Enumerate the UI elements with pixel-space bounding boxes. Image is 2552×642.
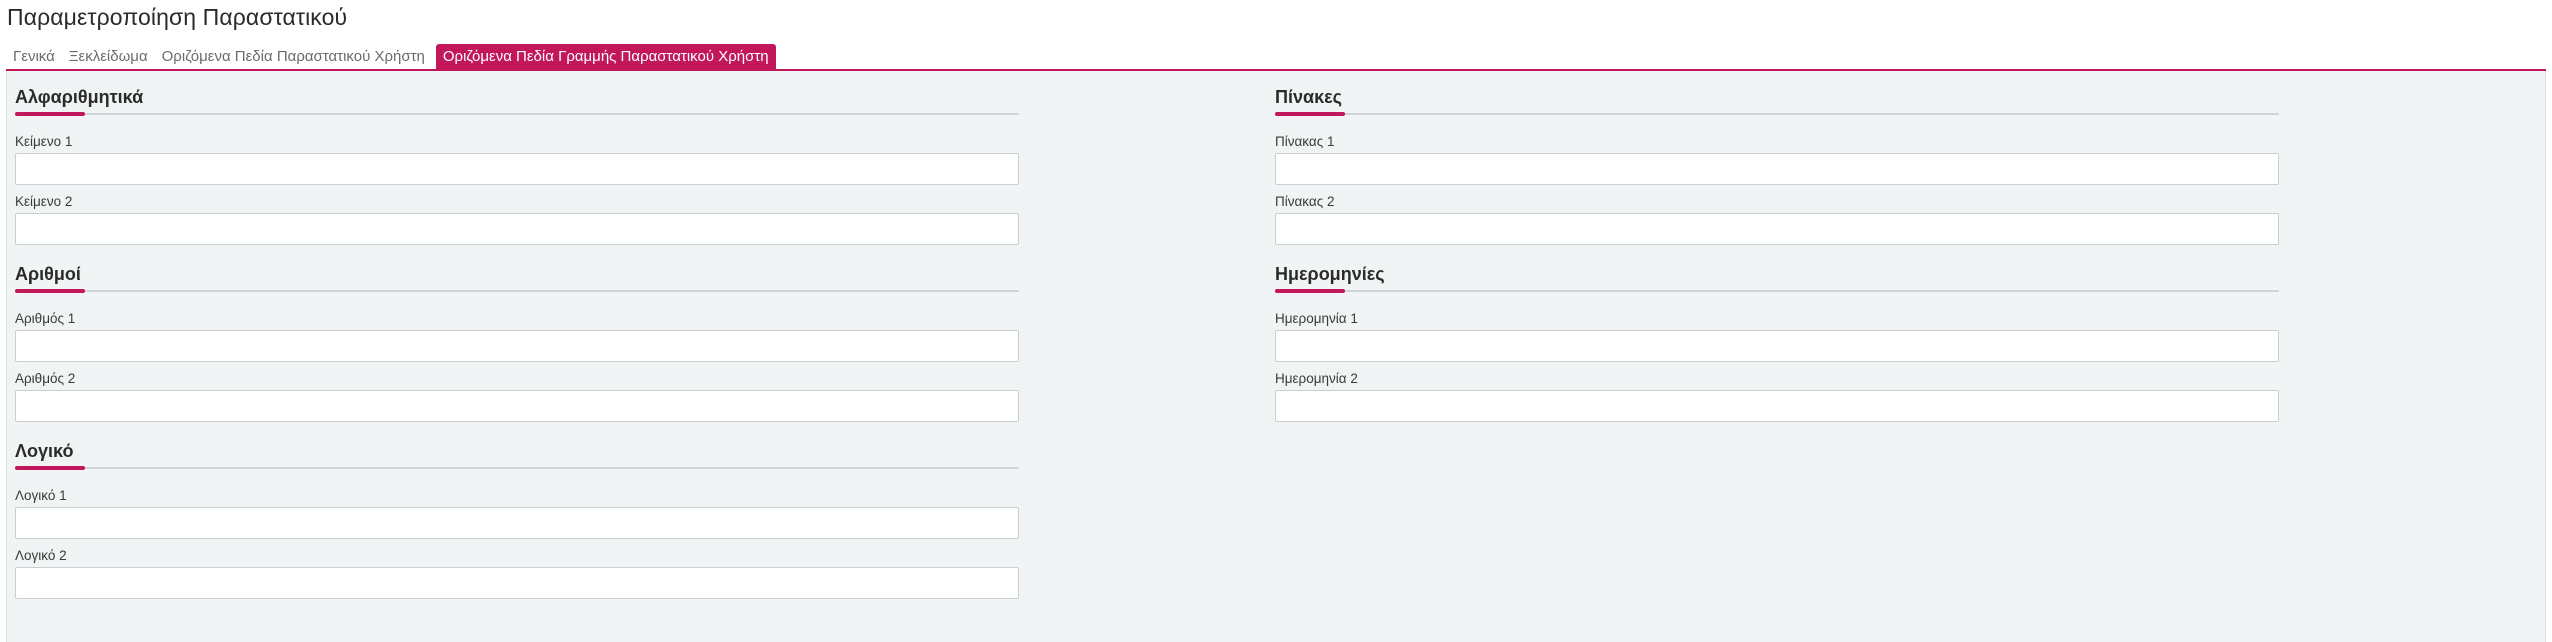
field-label: Λογικό 1 — [15, 488, 67, 503]
boolean-2-input[interactable] — [15, 567, 1019, 599]
field-number-1: Αριθμός 1 — [15, 309, 1019, 362]
field-label: Κείμενο 1 — [15, 134, 73, 149]
section-title: Πίνακες — [1275, 87, 1343, 107]
table-2-input[interactable] — [1275, 213, 2279, 245]
tab-bar: Γενικά Ξεκλείδωμα Οριζόμενα Πεδία Παραστ… — [6, 44, 2546, 71]
table-1-input[interactable] — [1275, 153, 2279, 185]
boolean-1-input[interactable] — [15, 507, 1019, 539]
section-divider — [15, 112, 1019, 116]
field-label: Αριθμός 2 — [15, 371, 76, 386]
tab-content-panel: Αλφαριθμητικά Κείμενο 1 Κείμενο 2 Αριθμο… — [6, 71, 2546, 642]
section-divider — [1275, 289, 2279, 293]
field-number-2: Αριθμός 2 — [15, 369, 1019, 422]
section-title: Αλφαριθμητικά — [15, 87, 144, 107]
date-1-input[interactable] — [1275, 330, 2279, 362]
section-divider — [15, 289, 1019, 293]
section-title: Αριθμοί — [15, 264, 81, 284]
field-label: Λογικό 2 — [15, 548, 67, 563]
section-alphanumeric: Αλφαριθμητικά Κείμενο 1 Κείμενο 2 — [15, 85, 1019, 245]
field-label: Ημερομηνία 1 — [1275, 311, 1358, 326]
section-tables: Πίνακες Πίνακας 1 Πίνακας 2 — [1275, 85, 2279, 245]
right-column: Πίνακες Πίνακας 1 Πίνακας 2 Ημερομηνίες … — [1275, 85, 2279, 439]
field-table-1: Πίνακας 1 — [1275, 132, 2279, 185]
field-label: Αριθμός 1 — [15, 311, 76, 326]
section-title: Ημερομηνίες — [1275, 264, 1385, 284]
tab-user-line-fields[interactable]: Οριζόμενα Πεδία Γραμμής Παραστατικού Χρή… — [435, 44, 776, 69]
number-1-input[interactable] — [15, 330, 1019, 362]
section-divider — [1275, 112, 2279, 116]
section-accent — [15, 466, 85, 470]
section-accent — [15, 112, 85, 116]
field-text-2: Κείμενο 2 — [15, 192, 1019, 245]
tab-general[interactable]: Γενικά — [6, 44, 62, 69]
field-date-2: Ημερομηνία 2 — [1275, 369, 2279, 422]
field-date-1: Ημερομηνία 1 — [1275, 309, 2279, 362]
section-dates: Ημερομηνίες Ημερομηνία 1 Ημερομηνία 2 — [1275, 262, 2279, 422]
section-title: Λογικό — [15, 441, 74, 461]
text-2-input[interactable] — [15, 213, 1019, 245]
field-label: Πίνακας 2 — [1275, 194, 1335, 209]
field-label: Κείμενο 2 — [15, 194, 73, 209]
field-label: Πίνακας 1 — [1275, 134, 1335, 149]
field-boolean-1: Λογικό 1 — [15, 486, 1019, 539]
left-column: Αλφαριθμητικά Κείμενο 1 Κείμενο 2 Αριθμο… — [15, 85, 1019, 616]
section-boolean: Λογικό Λογικό 1 Λογικό 2 — [15, 439, 1019, 599]
section-accent — [15, 289, 85, 293]
section-numbers: Αριθμοί Αριθμός 1 Αριθμός 2 — [15, 262, 1019, 422]
date-2-input[interactable] — [1275, 390, 2279, 422]
section-divider — [15, 466, 1019, 470]
tab-unlock[interactable]: Ξεκλείδωμα — [62, 44, 155, 69]
text-1-input[interactable] — [15, 153, 1019, 185]
page-title: Παραμετροποίηση Παραστατικού — [7, 4, 348, 30]
field-table-2: Πίνακας 2 — [1275, 192, 2279, 245]
field-boolean-2: Λογικό 2 — [15, 546, 1019, 599]
field-label: Ημερομηνία 2 — [1275, 371, 1358, 386]
section-accent — [1275, 112, 1345, 116]
section-accent — [1275, 289, 1345, 293]
tab-user-document-fields[interactable]: Οριζόμενα Πεδία Παραστατικού Χρήστη — [155, 44, 432, 69]
number-2-input[interactable] — [15, 390, 1019, 422]
field-text-1: Κείμενο 1 — [15, 132, 1019, 185]
